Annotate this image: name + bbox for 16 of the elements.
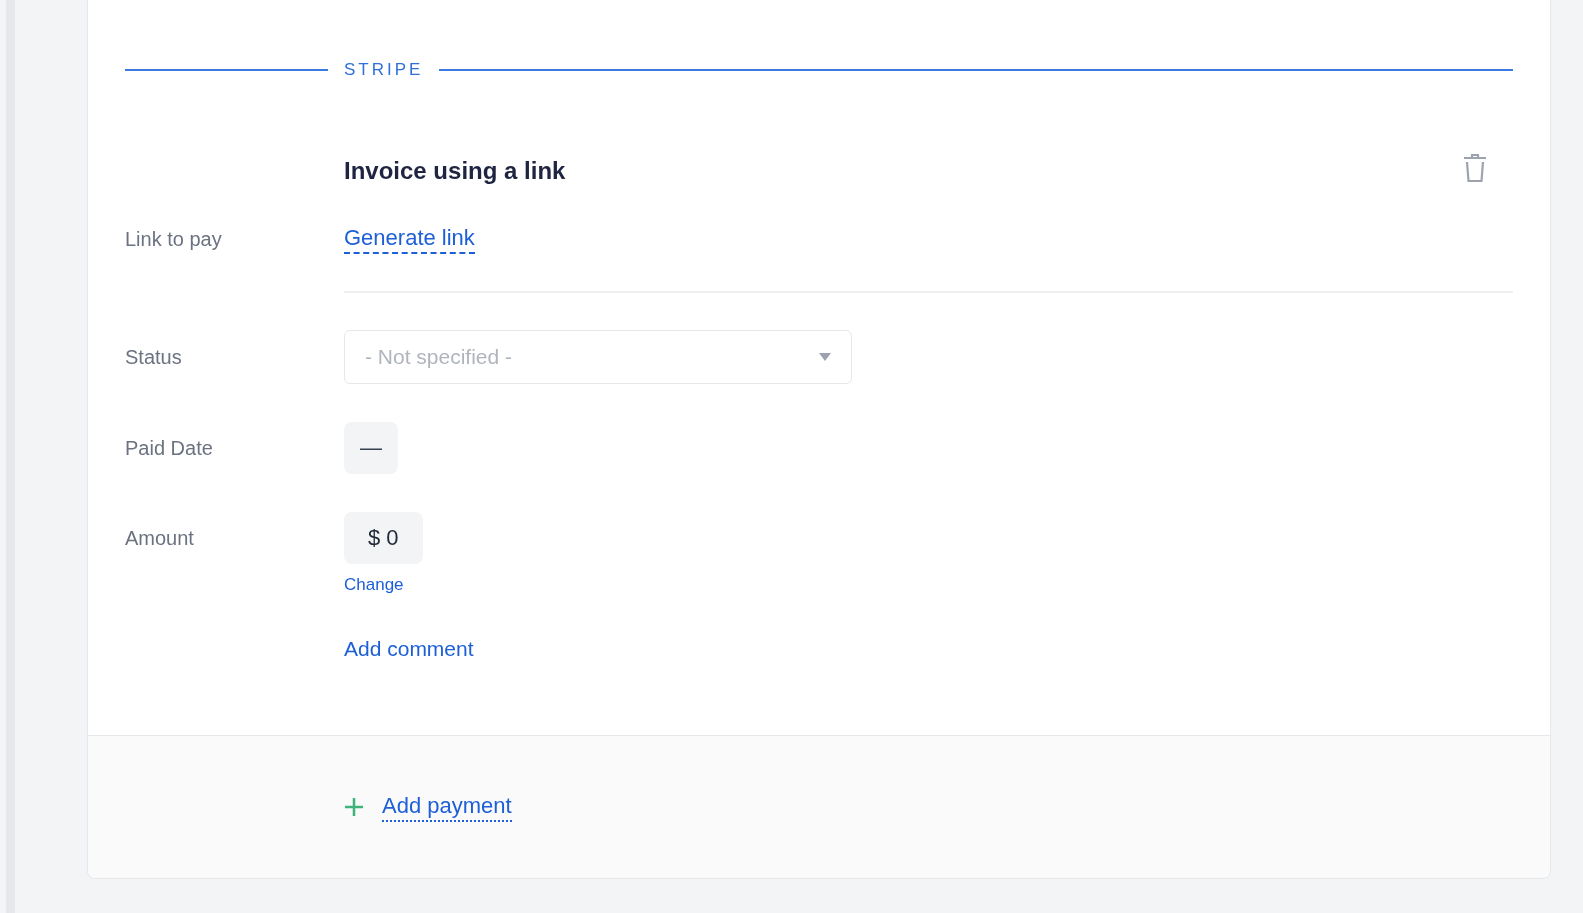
paid-date-value: — [344, 421, 398, 474]
field-label: Amount [125, 526, 194, 549]
amount-value: $ 0 [344, 511, 423, 564]
section-title: STRIPE [344, 59, 424, 81]
add-payment-link[interactable]: Add payment [382, 791, 512, 822]
field-label: Status [125, 345, 182, 368]
trash-icon[interactable] [1462, 152, 1488, 183]
add-comment-link[interactable]: Add comment [344, 637, 474, 660]
field-label: Paid Date [125, 436, 213, 459]
plus-icon [344, 796, 364, 817]
payment-title: Invoice using a link [344, 155, 567, 186]
field-label: Link to pay [125, 227, 222, 250]
caret-icon [819, 352, 831, 361]
select-placeholder: - Not specified - [365, 343, 513, 370]
change-link[interactable]: Change [344, 571, 404, 597]
generate-link[interactable]: Generate link [344, 223, 475, 254]
